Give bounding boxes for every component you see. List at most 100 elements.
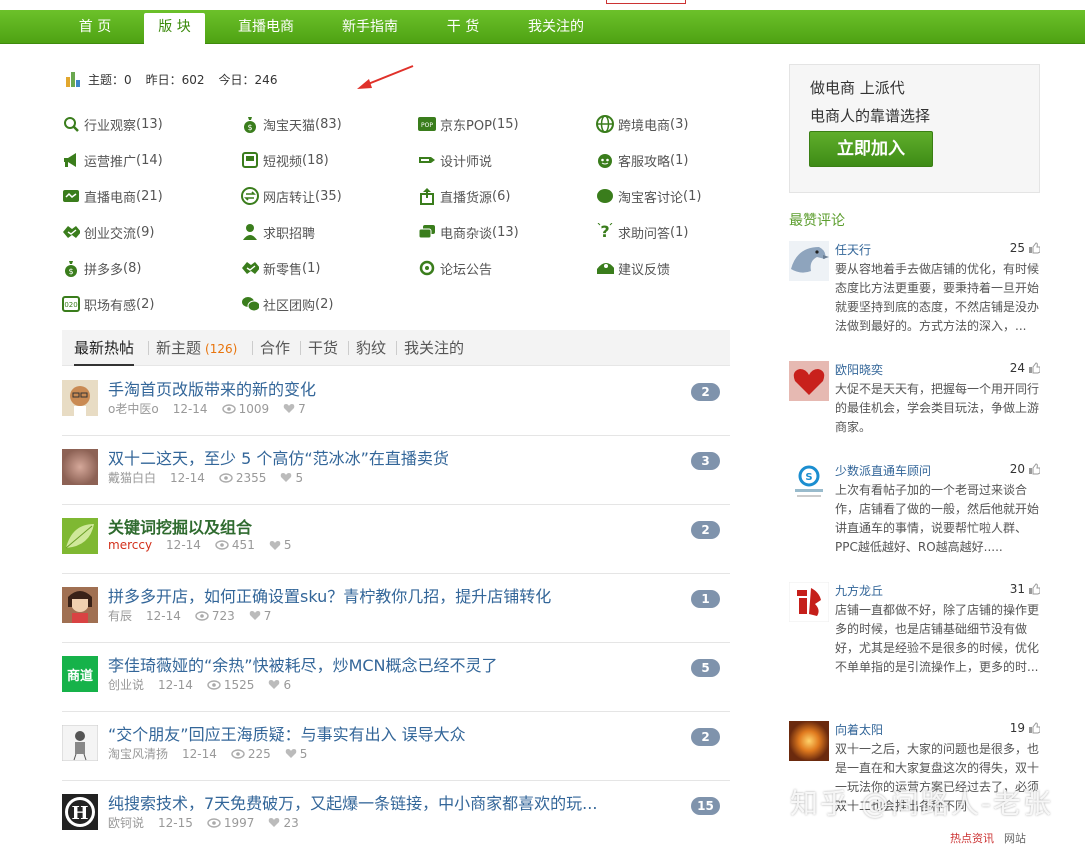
forum-link[interactable]: 论坛公告 [418, 258, 492, 278]
discuss-icon [596, 187, 614, 205]
thread-title[interactable]: 李佳琦薇娅的“余热”快被耗尽，炒MCN概念已经不灵了 [108, 652, 498, 676]
hot-news-link[interactable]: 热点资讯 [950, 830, 994, 846]
thread-title[interactable]: 手淘首页改版带来的新的变化 [108, 376, 316, 400]
thread-author[interactable]: 欧钶说 [108, 814, 144, 831]
nav-live-commerce[interactable]: 直播电商 [226, 10, 306, 44]
thread-author[interactable]: 戴猫白白 [108, 469, 156, 486]
comment-text[interactable]: 大促不是天天有，把握每一个用开同行的最佳机会，学会类目玩法，争做上游商家。 [835, 380, 1040, 437]
thread-author[interactable]: o老中医o [108, 400, 159, 417]
tab-following[interactable]: 我关注的 [404, 330, 464, 366]
forum-label: 职场有感 [84, 298, 137, 314]
avatar[interactable] [789, 721, 829, 761]
nav-home[interactable]: 首 页 [62, 10, 128, 44]
nav-beginner-guide[interactable]: 新手指南 [330, 10, 410, 44]
thread-row: 商道 李佳琦薇娅的“余热”快被耗尽，炒MCN概念已经不灵了 创业说 12-14 1525… [62, 644, 730, 712]
comment-author[interactable]: 向着太阳 [835, 721, 883, 738]
comment-author[interactable]: 少数派直通车顾问 [835, 462, 931, 479]
forum-link[interactable]: 直播电商 (21) [62, 186, 163, 206]
forum-link[interactable]: 直播货源 (6) [418, 186, 510, 206]
top-strip [0, 0, 1085, 10]
nav-following[interactable]: 我关注的 [516, 10, 596, 44]
avatar[interactable] [62, 380, 98, 416]
avatar[interactable]: S [789, 462, 829, 502]
avatar[interactable] [789, 241, 829, 281]
thread-author[interactable]: 创业说 [108, 676, 144, 693]
bar-chart-icon [66, 71, 82, 87]
comment-author[interactable]: 任天行 [835, 241, 871, 258]
comment-likes[interactable]: 24 [1010, 361, 1040, 375]
feedback-icon [596, 259, 614, 277]
join-now-button[interactable]: 立即加入 [809, 131, 933, 167]
thread-views: 1997 [207, 816, 254, 830]
pop-icon: POP [418, 115, 436, 133]
tab-tips[interactable]: 干货 [308, 330, 338, 366]
forum-link[interactable]: $ 淘宝天猫 (83) [241, 114, 342, 134]
comment-likes[interactable]: 19 [1010, 721, 1040, 735]
avatar[interactable] [62, 587, 98, 623]
forum-link[interactable]: 电商杂谈 (13) [418, 222, 519, 242]
bottom-links: 热点资讯 网站 [950, 830, 1085, 846]
thread-likes: 5 [269, 538, 291, 552]
forum-link[interactable]: ? 求助问答 (1) [596, 222, 688, 242]
thread-author[interactable]: 有辰 [108, 607, 132, 624]
avatar[interactable] [62, 449, 98, 485]
site-link[interactable]: 网站 [1004, 830, 1026, 846]
forum-link[interactable]: 短视频 (18) [241, 150, 329, 170]
avatar[interactable] [789, 582, 829, 622]
thread-date: 12-14 [172, 401, 208, 416]
comment-likes[interactable]: 20 [1010, 462, 1040, 476]
thumbs-up-icon [1025, 362, 1040, 374]
forum-link[interactable]: 社区团购 (2) [241, 294, 333, 314]
svg-text:$: $ [68, 267, 73, 276]
avatar[interactable] [62, 518, 98, 554]
thread-title[interactable]: 拼多多开店，如何正确设置sku？青柠教你几招，提升店铺转化 [108, 583, 551, 607]
tab-cooperation[interactable]: 合作 [260, 330, 290, 366]
forum-label: 求职招聘 [263, 226, 316, 242]
thread-date: 12-15 [158, 815, 193, 830]
forum-link[interactable]: 建议反馈 [596, 258, 670, 278]
forum-link[interactable]: 跨境电商 (3) [596, 114, 688, 134]
forum-count: (13) [492, 224, 519, 240]
thread-title[interactable]: 双十二这天，至少 5 个高仿“范冰冰”在直播卖货 [108, 445, 449, 469]
forum-link[interactable]: 客服攻略 (1) [596, 150, 688, 170]
nav-tips[interactable]: 干 货 [432, 10, 494, 44]
thread-title[interactable]: 关键词挖掘以及组合 [108, 514, 252, 538]
forum-link[interactable]: 设计师说 [418, 150, 492, 170]
avatar[interactable]: H [62, 794, 98, 830]
forum-link[interactable]: 运营推广 (14) [62, 150, 163, 170]
comment-text[interactable]: 店铺一直都做不好，除了店铺的操作更多的时候，也是店铺基础细节没有做好，尤其是经验… [835, 601, 1040, 702]
nav-forums[interactable]: 版 块 [144, 13, 205, 44]
comment-author[interactable]: 九方龙丘 [835, 582, 883, 599]
comment-likes[interactable]: 25 [1010, 241, 1040, 255]
comment-likes[interactable]: 31 [1010, 582, 1040, 596]
comment-text[interactable]: 上次有看帖子加的一个老哥过来谈合作，店铺看了做的一般，然后他就开始讲直通车的事情… [835, 481, 1040, 558]
forum-link[interactable]: 新零售 (1) [241, 258, 320, 278]
heart-icon [268, 679, 283, 690]
heart-icon [283, 403, 298, 414]
thread-author[interactable]: merccy [108, 538, 152, 552]
forum-link[interactable]: 网店转让 (35) [241, 186, 342, 206]
thread-title[interactable]: “交个朋友”回应王海质疑：与事实有出入 误导大众 [108, 721, 466, 745]
forum-link[interactable]: 求职招聘 [241, 222, 315, 242]
thread-title[interactable]: 纯搜索技术，7天免费破万，又起爆一条链接，中小商家都喜欢的玩... [108, 790, 597, 814]
forum-link[interactable]: 淘宝客讨论 (1) [596, 186, 701, 206]
avatar[interactable]: 商道 [62, 656, 98, 692]
stat-topics: 主题：0 [88, 72, 132, 87]
comment-text[interactable]: 要从容地着手去做店铺的优化，有时候态度比方法更重要，要秉持着一旦开始就要坚持到底… [835, 260, 1040, 337]
avatar[interactable] [789, 361, 829, 401]
group-chat-icon [241, 295, 259, 313]
forum-link[interactable]: 行业观察 (13) [62, 114, 163, 134]
thread-author[interactable]: 淘宝风清扬 [108, 745, 168, 762]
forum-link[interactable]: 020 职场有感 (2) [62, 294, 154, 314]
comment-author[interactable]: 欧阳晓奕 [835, 361, 883, 378]
svg-text:S: S [805, 472, 812, 483]
forum-link[interactable]: 创业交流 (9) [62, 222, 154, 242]
forum-link[interactable]: $ 拼多多 (8) [62, 258, 141, 278]
thread-row: 拼多多开店，如何正确设置sku？青柠教你几招，提升店铺转化 有辰 12-14 723 7… [62, 575, 730, 643]
tab-leopard[interactable]: 豹纹 [356, 330, 386, 366]
tab-hot-threads[interactable]: 最新热帖 [74, 330, 135, 366]
eye-icon [231, 748, 248, 759]
forum-link[interactable]: POP 京东POP (15) [418, 114, 519, 134]
tab-new-topics[interactable]: 新主题 (126) [156, 330, 237, 366]
avatar[interactable] [62, 725, 98, 761]
